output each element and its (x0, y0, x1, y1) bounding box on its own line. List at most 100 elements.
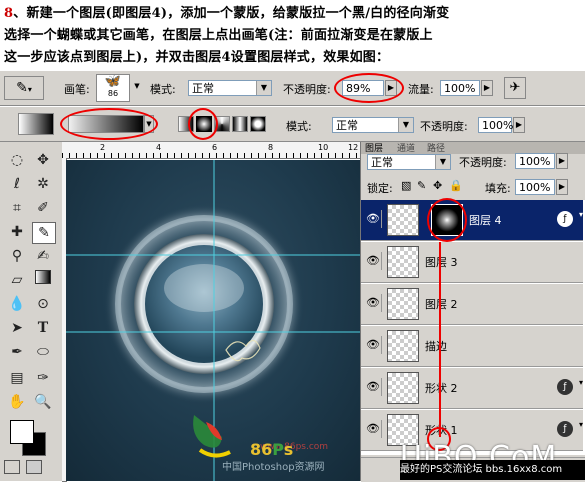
lock-label: 锁定: (367, 182, 393, 195)
brush-tool-preset-button[interactable]: ✎▾ (4, 76, 44, 100)
path-selection-icon[interactable]: ➤ (6, 318, 28, 338)
type-tool-icon[interactable]: T (32, 318, 54, 338)
layer-thumbnail (387, 246, 419, 278)
reflected-gradient-button[interactable] (232, 116, 248, 132)
instruction-line-3: 这一步应该点到图层上)，并双击图层4设置图层样式，效果如图： (4, 50, 390, 65)
lock-position-icon[interactable]: ✥ (433, 179, 442, 192)
opacity-annotation-circle (334, 73, 404, 103)
eyedropper-icon[interactable]: ✑ (32, 368, 54, 388)
visibility-eye-icon[interactable]: 👁 (365, 420, 382, 438)
brush-tool-icon[interactable]: ✎ (32, 222, 56, 244)
toolbox: ◌ ✥ ℓ ✲ ⌗ ✐ ✚ ✎ ⚲ ✍ ▱ 💧 ⊙ ➤ T ✒ ⬭ ▤ ✑ ✋ … (0, 142, 63, 481)
layer-row-shape-2[interactable]: 👁 形状 2 ƒ ▾ (361, 368, 583, 409)
layer-style-icon[interactable]: ƒ (557, 211, 573, 227)
ruler-minor-ticks (62, 153, 360, 158)
layers-list: 👁 图层 4 ƒ ▾ 👁 图层 3 👁 图层 2 👁 描边 👁 形状 2 ƒ ▾… (361, 198, 585, 455)
logo-86ps: 86Ps (250, 440, 294, 459)
fill-arrow[interactable]: ▶ (556, 179, 568, 195)
zoom-tool-icon[interactable]: 🔍 (32, 392, 54, 412)
layer-row-2[interactable]: 👁 图层 2 (361, 284, 583, 325)
visibility-eye-icon[interactable]: 👁 (365, 294, 382, 312)
layer-name: 图层 4 (469, 214, 502, 227)
lock-all-icon[interactable]: 🔒 (449, 179, 463, 192)
visibility-eye-icon[interactable]: 👁 (365, 252, 382, 270)
slice-tool-icon[interactable]: ✐ (32, 198, 54, 218)
gradient-tool-icon[interactable] (32, 270, 54, 290)
layer-thumbnail (387, 288, 419, 320)
pen-tool-icon[interactable]: ✒ (6, 342, 28, 362)
lasso-tool-icon[interactable]: ℓ (6, 174, 28, 194)
healing-brush-icon[interactable]: ✚ (6, 222, 28, 242)
instruction-line-2: 选择一个蝴蝶或其它画笔，在图层上点出画笔(注：前面拉渐变是在蒙版上 (4, 28, 433, 43)
hand-tool-icon[interactable]: ✋ (6, 392, 28, 412)
lock-transparency-icon[interactable]: ▧ (401, 179, 411, 192)
mode-label: 模式: (150, 83, 176, 96)
shape-tool-icon[interactable]: ⬭ (32, 342, 54, 362)
brush-preset-picker[interactable]: 🦋 86 (96, 74, 130, 102)
ruler-tick: 2 (100, 143, 106, 152)
layer-row-stroke[interactable]: 👁 描边 (361, 326, 583, 367)
layer-blend-mode-select[interactable]: 正常 ▼ (367, 154, 451, 170)
blur-tool-icon[interactable]: 💧 (6, 294, 28, 314)
visibility-eye-icon[interactable]: 👁 (365, 336, 382, 354)
brush-picker-arrow[interactable]: ▼ (132, 81, 142, 93)
expand-arrow-icon[interactable]: ▾ (579, 420, 583, 429)
flow-field[interactable]: 100% (440, 80, 480, 96)
layer-style-icon[interactable]: ƒ (557, 421, 573, 437)
gradient-opacity-arrow[interactable]: ▶ (513, 117, 525, 133)
eraser-tool-icon[interactable]: ▱ (6, 270, 28, 290)
radial-annotation-circle (188, 108, 218, 140)
quick-mask-icon[interactable] (26, 460, 42, 474)
annotation-arrow-line (439, 242, 441, 437)
standard-mode-icon[interactable] (4, 460, 20, 474)
visibility-eye-icon[interactable]: 👁 (365, 210, 382, 228)
layer-style-icon[interactable]: ƒ (557, 379, 573, 395)
layer-name: 形状 2 (425, 382, 458, 395)
expand-arrow-icon[interactable]: ▾ (579, 210, 583, 219)
layer-opacity-arrow[interactable]: ▶ (556, 153, 568, 169)
foreground-color-swatch[interactable] (10, 420, 34, 444)
visibility-eye-icon[interactable]: 👁 (365, 378, 382, 396)
layer-thumbnail (387, 372, 419, 404)
brush-mode-select[interactable]: 正常 ▼ (188, 80, 272, 96)
lock-image-icon[interactable]: ✎ (417, 179, 426, 192)
dodge-tool-icon[interactable]: ⊙ (32, 294, 54, 314)
opacity-label: 不透明度: (283, 83, 331, 96)
gradient-mode-label: 模式: (286, 120, 312, 133)
gradient-tool-preset-button[interactable] (18, 113, 54, 135)
notes-tool-icon[interactable]: ▤ (6, 368, 28, 388)
canvas-artwork (66, 160, 364, 481)
butterfly-brush-icon: 🦋 (104, 74, 122, 89)
airbrush-icon[interactable]: ✈ (504, 77, 526, 99)
layer-opacity-field[interactable]: 100% (515, 153, 555, 169)
layer-row-4[interactable]: 👁 图层 4 ƒ ▾ (361, 200, 583, 241)
marquee-tool-icon[interactable]: ◌ (6, 150, 28, 170)
gradient-opacity-field[interactable]: 100% (478, 117, 513, 133)
mask-annotation-circle (427, 198, 467, 242)
brush-label: 画笔: (64, 83, 90, 96)
tab-channels[interactable]: 通道 (397, 141, 415, 154)
brush-options-bar: ✎▾ 画笔: 🦋 86 ▼ 模式: 正常 ▼ 不透明度: 89% ▶ 流量: 10… (0, 70, 585, 106)
layer-row-3[interactable]: 👁 图层 3 (361, 242, 583, 283)
diamond-gradient-button[interactable] (250, 116, 266, 132)
tab-layers[interactable]: 图层 (365, 141, 383, 154)
clone-stamp-icon[interactable]: ⚲ (6, 246, 28, 266)
move-tool-icon[interactable]: ✥ (32, 150, 54, 170)
document-canvas[interactable]: www.86ps.com 中国Photoshop资源网 86Ps (66, 160, 364, 481)
tab-paths[interactable]: 路径 (427, 141, 445, 154)
history-brush-icon[interactable]: ✍ (32, 246, 54, 266)
gradient-mode-select[interactable]: 正常 ▼ (332, 117, 414, 133)
ruler-tick: 8 (268, 143, 274, 152)
flow-label: 流量: (408, 83, 434, 96)
site-cn-watermark: 中国Photoshop资源网 (222, 462, 325, 473)
ruler-tick: 4 (156, 143, 162, 152)
flow-slider-arrow[interactable]: ▶ (481, 80, 493, 96)
layer-thumbnail (387, 204, 419, 236)
fill-field[interactable]: 100% (515, 179, 555, 195)
crop-tool-icon[interactable]: ⌗ (6, 198, 28, 218)
ruler-tick: 6 (212, 143, 218, 152)
magic-wand-icon[interactable]: ✲ (32, 174, 54, 194)
expand-arrow-icon[interactable]: ▾ (579, 378, 583, 387)
instruction-line-1: 8、新建一个图层(即图层4)，添加一个蒙版，给蒙版拉一个黑/白的径向渐变 (4, 6, 450, 21)
layer-thumbnail (387, 330, 419, 362)
